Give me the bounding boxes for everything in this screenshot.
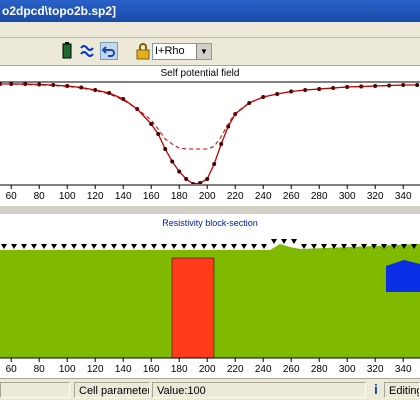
electrode-marker xyxy=(91,244,97,249)
data-point xyxy=(163,147,168,151)
cell-parameters-label: Cell parameters xyxy=(74,382,150,398)
x-tick-label: 100 xyxy=(59,191,76,202)
data-point xyxy=(184,177,189,181)
electrode-marker xyxy=(221,244,227,249)
x-tick-label: 200 xyxy=(199,364,216,375)
x-tick-label: 180 xyxy=(171,364,188,375)
x-tick-label: 240 xyxy=(255,364,272,375)
electrode-marker xyxy=(311,244,317,249)
electrode-marker xyxy=(301,244,307,249)
x-tick-label: 260 xyxy=(283,364,300,375)
electrode-marker xyxy=(81,244,87,249)
electrode-marker xyxy=(241,244,247,249)
display-mode-value: I+Rho xyxy=(155,45,185,57)
resistive-block[interactable] xyxy=(386,260,420,292)
electrode-marker xyxy=(51,244,57,249)
x-tick-label: 160 xyxy=(143,364,160,375)
x-tick-label: 300 xyxy=(339,364,356,375)
x-tick-label: 320 xyxy=(367,191,384,202)
bottom-chart-title: Resistivity block-section xyxy=(162,218,258,228)
x-tick-label: 80 xyxy=(34,364,46,375)
electrode-marker xyxy=(121,244,127,249)
electrode-marker xyxy=(111,244,117,249)
electrode-marker xyxy=(41,244,47,249)
data-point xyxy=(107,91,112,95)
electrode-marker xyxy=(161,244,167,249)
electrode-marker xyxy=(101,244,107,249)
x-tick-label: 120 xyxy=(87,364,104,375)
electrode-marker xyxy=(151,244,157,249)
data-point xyxy=(177,169,182,174)
data-point xyxy=(170,159,175,164)
status-bar: Cell parameters Value:100 i Editing xyxy=(0,378,420,400)
x-tick-label: 60 xyxy=(6,364,18,375)
x-tick-label: 200 xyxy=(199,191,216,202)
electrode-marker xyxy=(21,244,27,249)
x-tick-label: 80 xyxy=(34,191,46,202)
x-tick-label: 340 xyxy=(395,364,412,375)
x-tick-label: 220 xyxy=(227,364,244,375)
undo-icon[interactable] xyxy=(100,42,118,60)
electrode-marker xyxy=(141,244,147,249)
top-chart-x-axis: 60 80 100 120 140 160 180 200 220 240 260 280 300 320… xyxy=(0,184,420,206)
waves-icon[interactable] xyxy=(79,42,97,60)
electrode-marker xyxy=(281,239,287,244)
menu-bar xyxy=(0,22,420,38)
chevron-down-icon[interactable]: ▼ xyxy=(196,44,211,59)
battery-icon[interactable] xyxy=(58,42,76,60)
toolbar: I+Rho ▼ xyxy=(0,38,420,66)
electrode-marker xyxy=(181,244,187,249)
x-tick-label: 240 xyxy=(255,191,272,202)
x-tick-label: 160 xyxy=(143,191,160,202)
lock-icon[interactable] xyxy=(134,42,152,60)
observed-curve xyxy=(0,83,418,185)
electrode-marker xyxy=(61,244,67,249)
info-icon[interactable]: i xyxy=(370,381,382,399)
x-tick-label: 260 xyxy=(283,191,300,202)
electrode-marker xyxy=(11,244,17,249)
data-point xyxy=(219,142,224,146)
electrode-marker xyxy=(261,244,267,249)
top-chart-title: Self potential field xyxy=(161,68,240,79)
data-point xyxy=(212,162,217,166)
window-titlebar: o2dpcd\topo2b.sp2] xyxy=(0,0,420,22)
x-tick-label: 100 xyxy=(59,364,76,375)
status-empty-cell xyxy=(0,382,70,398)
x-tick-label: 120 xyxy=(87,191,104,202)
electrode-marker xyxy=(71,244,77,249)
display-mode-select[interactable]: I+Rho ▼ xyxy=(152,43,212,60)
electrode-marker xyxy=(211,244,217,249)
electrode-marker xyxy=(291,239,297,244)
electrode-marker xyxy=(131,244,137,249)
window-title: o2dpcd\topo2b.sp2] xyxy=(2,4,116,18)
electrode-marker xyxy=(271,239,277,244)
electrode-marker xyxy=(191,244,197,249)
resistivity-block-section: Resistivity block-section 60 80 100 120 140 1… xyxy=(0,214,420,378)
mode-status: Editing xyxy=(384,382,420,398)
model-curve-dashed xyxy=(0,83,418,150)
x-tick-label: 180 xyxy=(171,191,188,202)
x-tick-label: 140 xyxy=(115,364,132,375)
data-point xyxy=(205,177,210,181)
x-tick-label: 320 xyxy=(367,364,384,375)
x-tick-label: 220 xyxy=(227,191,244,202)
x-tick-label: 300 xyxy=(339,191,356,202)
x-tick-label: 140 xyxy=(115,191,132,202)
x-tick-label: 280 xyxy=(311,191,328,202)
panel-splitter[interactable] xyxy=(0,206,420,214)
electrode-marker xyxy=(1,244,7,249)
electrode-marker xyxy=(31,244,37,249)
x-tick-label: 60 xyxy=(6,191,18,202)
electrode-marker xyxy=(231,244,237,249)
x-tick-label: 280 xyxy=(311,364,328,375)
anomaly-block[interactable] xyxy=(171,257,215,359)
x-tick-label: 340 xyxy=(395,191,412,202)
data-point xyxy=(156,132,161,136)
electrode-marker xyxy=(201,244,207,249)
electrode-marker xyxy=(171,244,177,249)
electrode-marker xyxy=(251,244,257,249)
value-readout: Value:100 xyxy=(152,382,366,398)
